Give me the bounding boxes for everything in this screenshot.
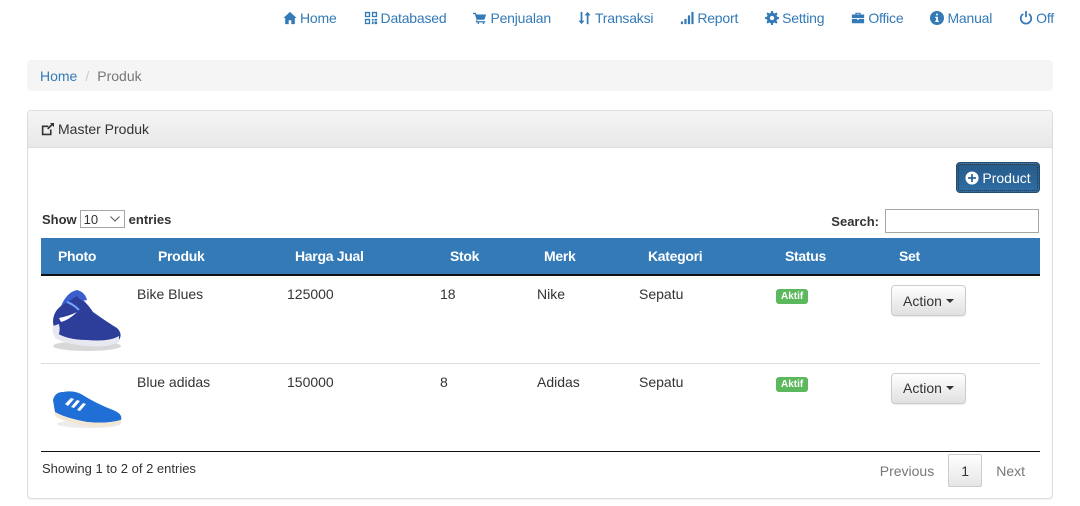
column-header-stok[interactable]: Stok — [440, 238, 537, 276]
home-icon — [283, 11, 297, 25]
power-icon — [1020, 11, 1033, 25]
nav-setting[interactable]: Setting — [765, 10, 825, 26]
table-header-row: Photo Produk Harga Jual Stok Merk Katego… — [41, 238, 1040, 276]
set-cell: Action — [891, 362, 1040, 451]
master-produk-panel: Master Produk Product Show 10 entries Se… — [27, 110, 1053, 499]
search-label: Search: — [831, 213, 879, 229]
table-row: Blue adidas 150000 8 Adidas Sepatu Aktif… — [41, 362, 1040, 451]
shopping-cart-icon — [473, 12, 487, 25]
page-length-control: Show 10 entries — [42, 210, 172, 228]
price-cell: 150000 — [287, 362, 440, 451]
chevron-down-icon — [109, 216, 120, 222]
nav-transaksi[interactable]: Transaksi — [578, 10, 654, 26]
search-control: Search: — [831, 209, 1039, 233]
caret-down-icon — [945, 298, 954, 303]
status-cell: Aktif — [776, 274, 891, 363]
breadcrumb: Home / Produk — [27, 60, 1053, 91]
breadcrumb-home-link[interactable]: Home — [40, 68, 77, 84]
breadcrumb-separator: / — [85, 67, 90, 84]
nav-penjualan[interactable]: Penjualan — [473, 10, 551, 26]
edit-icon — [41, 122, 54, 135]
nav-office[interactable]: Office — [851, 10, 904, 26]
sort-icon — [578, 11, 591, 25]
nav-databased[interactable]: Databased — [364, 10, 447, 26]
add-product-button[interactable]: Product — [956, 162, 1040, 193]
category-cell: Sepatu — [639, 362, 776, 451]
stock-cell: 8 — [440, 362, 537, 451]
stock-cell: 18 — [440, 274, 537, 363]
category-cell: Sepatu — [639, 274, 776, 363]
next-page-button[interactable]: Next — [982, 457, 1039, 485]
brand-cell: Adidas — [537, 362, 639, 451]
brand-cell: Nike — [537, 274, 639, 363]
column-header-harga-jual[interactable]: Harga Jual — [287, 238, 440, 276]
column-header-kategori[interactable]: Kategori — [639, 238, 776, 276]
column-header-status[interactable]: Status — [776, 238, 891, 276]
cog-icon — [765, 11, 780, 25]
action-dropdown-button[interactable]: Action — [891, 372, 966, 404]
price-cell: 125000 — [287, 274, 440, 363]
info-sign-icon — [930, 11, 945, 25]
pagination: Previous 1 Next — [866, 454, 1039, 487]
product-name-cell: Blue adidas — [137, 362, 287, 451]
column-header-photo[interactable]: Photo — [41, 238, 137, 276]
page-1-button[interactable]: 1 — [948, 454, 983, 487]
adidas-shoe-image — [53, 390, 122, 428]
column-header-produk[interactable]: Produk — [137, 238, 287, 276]
qrcode-icon — [364, 11, 377, 25]
table-info: Showing 1 to 2 of 2 entries — [42, 461, 196, 476]
nav-off[interactable]: Off — [1019, 10, 1054, 26]
column-header-set[interactable]: Set — [891, 238, 1040, 276]
top-navigation: Home Databased Penjualan Transaksi Repor… — [256, 0, 1080, 36]
set-cell: Action — [891, 274, 1040, 363]
photo-cell — [41, 362, 137, 451]
nav-report[interactable]: Report — [680, 10, 738, 26]
column-header-merk[interactable]: Merk — [537, 238, 639, 276]
panel-title: Master Produk — [58, 121, 150, 137]
panel-heading: Master Produk — [28, 111, 1052, 148]
products-table: Photo Produk Harga Jual Stok Merk Katego… — [41, 238, 1040, 452]
photo-cell — [41, 274, 137, 363]
status-badge: Aktif — [776, 289, 809, 304]
signal-icon — [681, 11, 694, 25]
status-badge: Aktif — [776, 376, 809, 392]
plus-sign-icon — [965, 170, 979, 185]
briefcase-icon — [852, 12, 865, 24]
status-cell: Aktif — [776, 362, 891, 451]
table-row: Bike Blues 125000 18 Nike Sepatu Aktif A… — [41, 274, 1040, 363]
nav-home[interactable]: Home — [283, 10, 337, 26]
page-length-select[interactable]: 10 — [79, 210, 125, 228]
nike-shoe-image — [52, 290, 121, 351]
search-input[interactable] — [885, 209, 1039, 233]
previous-page-button[interactable]: Previous — [866, 457, 948, 485]
breadcrumb-current: Produk — [97, 67, 142, 84]
product-name-cell: Bike Blues — [137, 274, 287, 363]
nav-manual[interactable]: Manual — [930, 10, 992, 26]
action-dropdown-button[interactable]: Action — [891, 285, 966, 316]
caret-down-icon — [945, 386, 954, 390]
